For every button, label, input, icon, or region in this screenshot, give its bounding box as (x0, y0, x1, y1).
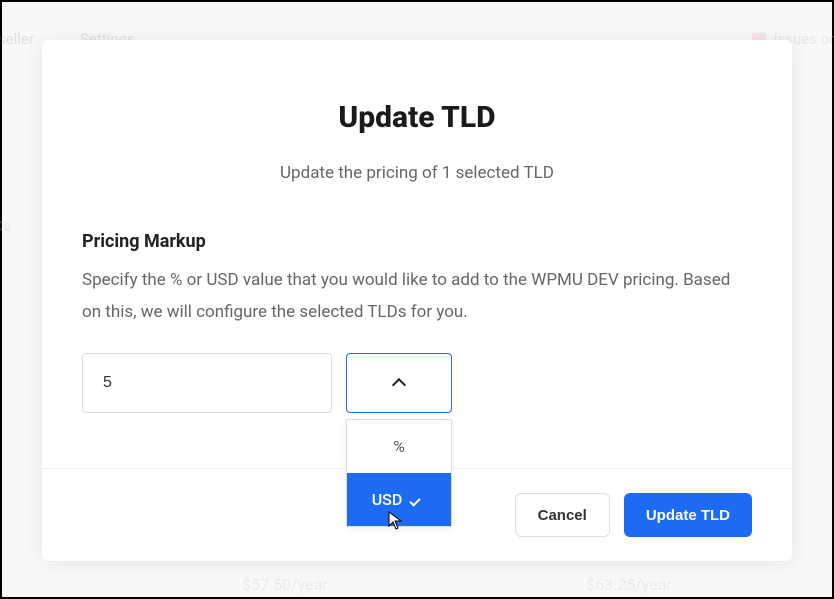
unit-select: % USD (346, 353, 452, 413)
unit-option-percent[interactable]: % (347, 420, 451, 473)
pricing-markup-heading: Pricing Markup (82, 231, 752, 252)
unit-select-trigger[interactable] (346, 353, 452, 413)
unit-dropdown: % USD (346, 419, 452, 527)
markup-value-input[interactable] (82, 353, 332, 413)
unit-option-usd-label: USD (372, 490, 403, 509)
pricing-markup-description: Specify the % or USD value that you woul… (82, 264, 752, 329)
cancel-button[interactable]: Cancel (515, 493, 610, 537)
modal-subtitle: Update the pricing of 1 selected TLD (82, 163, 752, 183)
markup-input-row: % USD (82, 353, 752, 413)
check-icon (412, 494, 426, 504)
chevron-up-icon (392, 376, 406, 390)
update-tld-button[interactable]: Update TLD (624, 493, 752, 537)
update-tld-modal: Update TLD Update the pricing of 1 selec… (42, 40, 792, 561)
unit-option-usd[interactable]: USD (347, 473, 451, 526)
unit-option-percent-label: % (393, 437, 405, 456)
modal-body: Update TLD Update the pricing of 1 selec… (42, 40, 792, 468)
modal-title: Update TLD (82, 100, 752, 135)
